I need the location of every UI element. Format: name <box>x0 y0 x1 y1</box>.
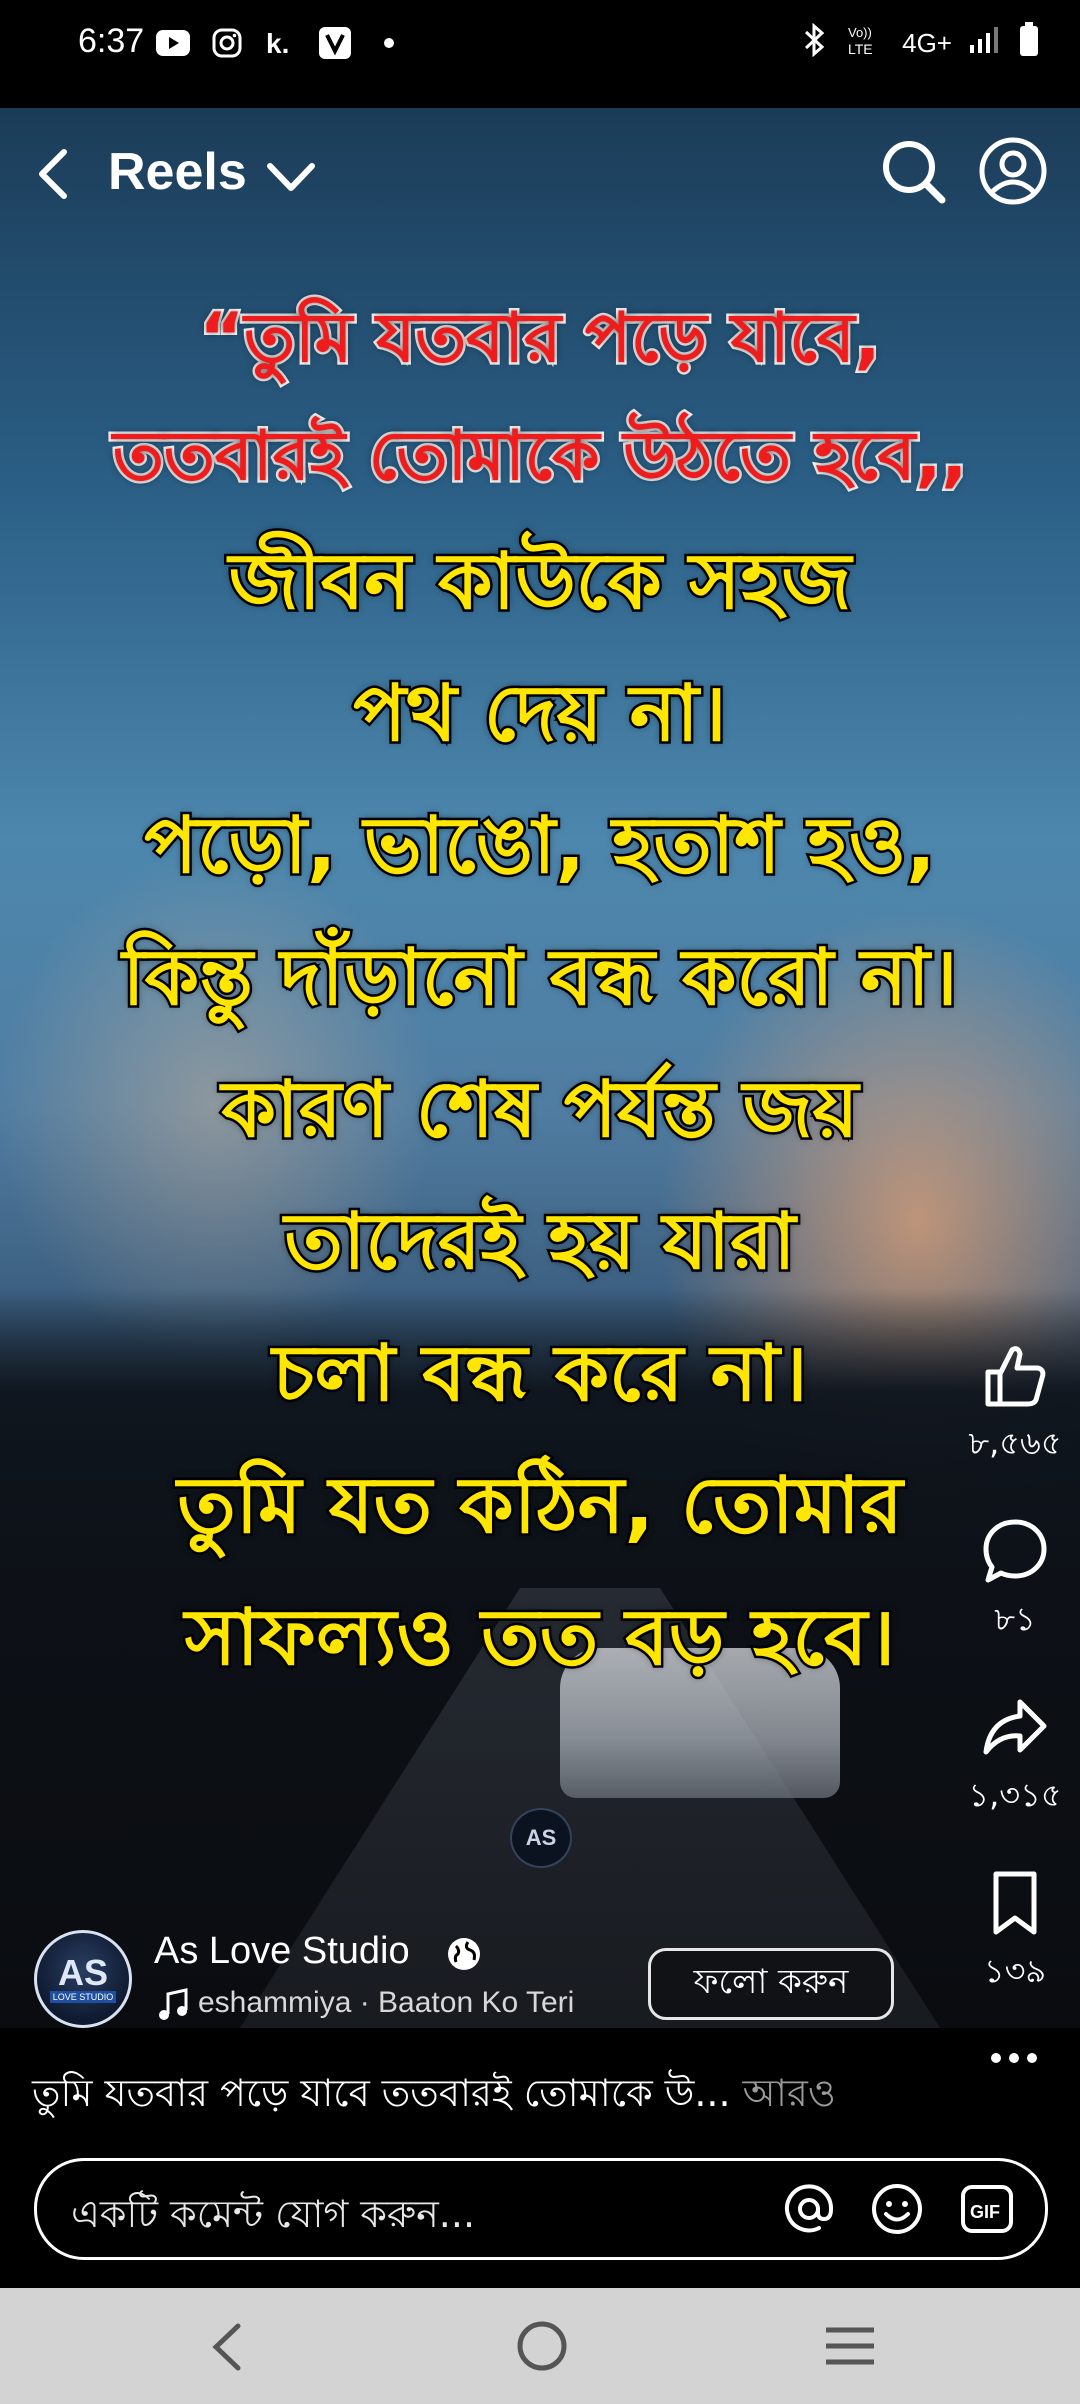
like-count: ৮,৫৬৫ <box>968 1424 1062 1462</box>
bookmark-icon <box>993 1871 1037 1935</box>
comment-icon <box>983 1519 1047 1583</box>
avatar-logo-subtext: LOVE STUDIO <box>49 1991 117 2003</box>
reels-header: Reels <box>0 108 1080 238</box>
status-bar: 6:37 k. Vo)) LTE 4G+ <box>0 0 1080 108</box>
quote-line: কারণ শেষ পর্যন্ত জয় <box>219 1063 861 1158</box>
gif-icon[interactable]: GIF <box>959 2181 1015 2237</box>
v-app-icon <box>318 26 352 60</box>
search-icon[interactable] <box>878 136 948 206</box>
quote-line: সাফল্যও তত বড় হবে। <box>182 1591 898 1686</box>
svg-text:GIF: GIF <box>970 2202 1000 2222</box>
share-button[interactable]: ১,৩১৫ <box>950 1692 1080 1824</box>
reel-quote-text: “তুমি যতবার পড়ে যাবে, ততবারই তোমাকে উঠত… <box>0 280 1080 1704</box>
caption[interactable]: তুমি যতবার পড়ে যাবে ততবারই তোমাকে উ... … <box>32 2064 836 2128</box>
thumbs-up-icon <box>985 1346 1046 1407</box>
avatar-logo-text: AS <box>57 1952 108 1993</box>
song-info[interactable]: eshammiya · Baaton Ko Teri <box>198 1986 574 2020</box>
nav-recent-icon[interactable] <box>822 2324 878 2368</box>
caption-text: তুমি যতবার পড়ে যাবে ততবারই তোমাকে উ... <box>32 2071 731 2115</box>
quote-line: ততবারই তোমাকে উঠতে হবে,, <box>110 415 969 499</box>
chevron-down-icon[interactable] <box>264 156 318 200</box>
music-note-icon <box>158 1988 188 2022</box>
quote-line: তাদেরই হয় যারা <box>282 1195 798 1290</box>
quote-line: পড়ো, ভাঙো, হতাশ হও, <box>142 799 939 894</box>
save-button[interactable]: ১৩৯ <box>950 1868 1080 2000</box>
follow-button[interactable]: ফলো করুন <box>648 1948 894 2020</box>
comment-count: ৮১ <box>994 1600 1036 1638</box>
status-notification-icons: k. <box>156 26 406 60</box>
quote-line: “তুমি যতবার পড়ে যাবে, <box>197 297 883 381</box>
comment-input[interactable]: একটি কমেন্ট যোগ করুন... GIF <box>34 2158 1048 2260</box>
svg-text:Vo)): Vo)) <box>848 25 872 40</box>
svg-text:LTE: LTE <box>848 41 873 57</box>
svg-text:k.: k. <box>266 28 289 58</box>
globe-icon <box>446 1936 482 1972</box>
save-count: ১৩৯ <box>983 1952 1047 1990</box>
nav-home-icon[interactable] <box>512 2316 572 2376</box>
battery-icon <box>1018 22 1040 65</box>
emoji-icon[interactable] <box>869 2181 925 2237</box>
quote-line: চলা বন্ধ করে না। <box>270 1327 810 1422</box>
quote-line: পথ দেয় না। <box>351 667 729 762</box>
video-watermark: AS <box>510 1808 572 1868</box>
signal-icon <box>968 25 1002 62</box>
status-time: 6:37 <box>78 22 145 60</box>
comment-button[interactable]: ৮১ <box>950 1516 1080 1648</box>
avatar[interactable]: AS LOVE STUDIO <box>34 1930 132 2028</box>
youtube-icon <box>156 26 190 60</box>
quote-line: কিন্তু দাঁড়ানো বন্ধ করো না। <box>120 931 960 1026</box>
dot-icon <box>372 26 406 60</box>
quote-line: জীবন কাউকে সহজ <box>226 535 854 630</box>
share-count: ১,৩১৫ <box>968 1776 1062 1814</box>
instagram-icon <box>210 26 244 60</box>
quote-line: তুমি যত কঠিন, তোমার <box>175 1459 905 1554</box>
author-name[interactable]: As Love Studio <box>154 1930 410 1973</box>
system-nav-bar <box>0 2288 1080 2404</box>
share-icon <box>983 1699 1047 1755</box>
nav-back-icon[interactable] <box>206 2320 246 2374</box>
at-icon[interactable] <box>781 2181 837 2237</box>
comment-placeholder: একটি কমেন্ট যোগ করুন... <box>71 2192 476 2236</box>
status-system-icons: Vo)) LTE 4G+ <box>800 22 1040 65</box>
profile-icon[interactable] <box>978 136 1048 206</box>
more-options-icon[interactable] <box>988 2048 1040 2068</box>
bluetooth-icon <box>800 22 830 64</box>
network-type: 4G+ <box>902 28 952 58</box>
back-icon[interactable] <box>30 142 80 206</box>
volte-icon: Vo)) LTE <box>846 23 886 64</box>
see-more-link[interactable]: আরও <box>743 2071 836 2115</box>
like-button[interactable]: ৮,৫৬৫ <box>950 1340 1080 1472</box>
k-app-icon: k. <box>264 26 298 60</box>
page-title[interactable]: Reels <box>108 142 247 202</box>
